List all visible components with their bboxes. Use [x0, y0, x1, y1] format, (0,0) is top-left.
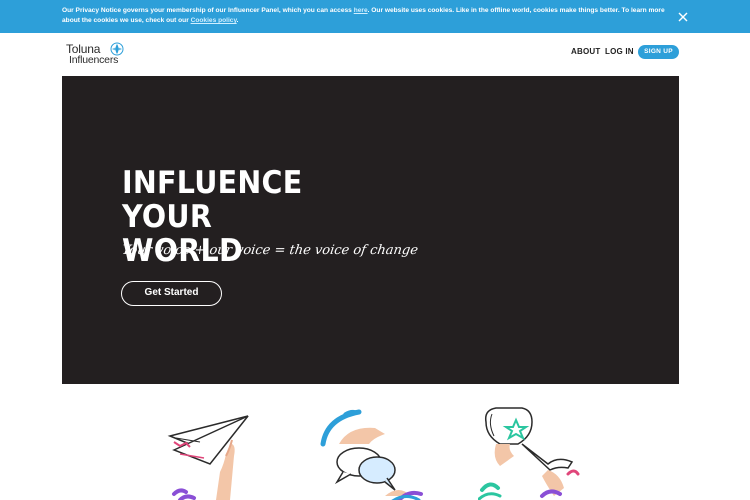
get-started-button[interactable]: Get Started: [121, 281, 222, 306]
close-icon[interactable]: [676, 10, 690, 24]
cookie-text-part1: Our Privacy Notice governs your membersh…: [62, 7, 354, 14]
trophy-icon: [476, 407, 580, 500]
cookie-text-part3: .: [236, 17, 239, 24]
site-header: Toluna Influencers ABOUT LOG IN SIGN UP: [0, 33, 750, 76]
cookie-notice-text: Our Privacy Notice governs your membersh…: [62, 6, 672, 26]
logo-leaf-icon: [110, 42, 124, 56]
hero-title-line1: INFLUENCE YOUR: [122, 165, 303, 235]
speech-bubbles-illustration: [315, 404, 435, 500]
toluna-influencers-logo[interactable]: Toluna Influencers: [64, 42, 134, 70]
hero-subtitle: Your voice + our voice = the voice of ch…: [120, 243, 419, 258]
trophy-illustration: [476, 404, 598, 500]
speech-bubbles-icon: [320, 409, 423, 500]
signup-button[interactable]: SIGN UP: [638, 45, 679, 59]
paper-plane-icon: [167, 415, 249, 500]
nav-login-link[interactable]: LOG IN: [605, 47, 634, 56]
hero-banner: INFLUENCE YOUR WORLD Your voice + our vo…: [62, 76, 679, 384]
cookies-policy-link[interactable]: Cookies policy: [191, 17, 237, 24]
paper-plane-illustration: [160, 404, 280, 500]
nav-about-link[interactable]: ABOUT: [571, 47, 600, 56]
privacy-here-link[interactable]: here: [354, 7, 368, 14]
cookie-banner: Our Privacy Notice governs your membersh…: [0, 0, 750, 33]
